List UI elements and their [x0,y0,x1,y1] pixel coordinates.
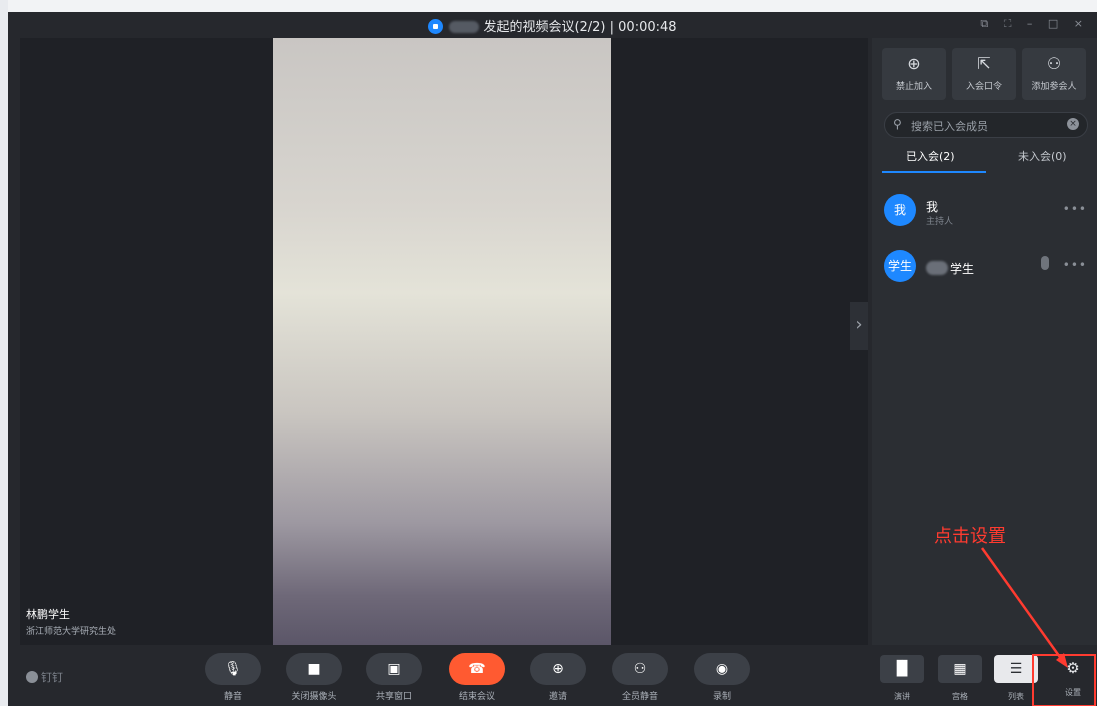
annotation-overlay [980,547,1096,706]
annotation-arrow [980,547,1064,661]
